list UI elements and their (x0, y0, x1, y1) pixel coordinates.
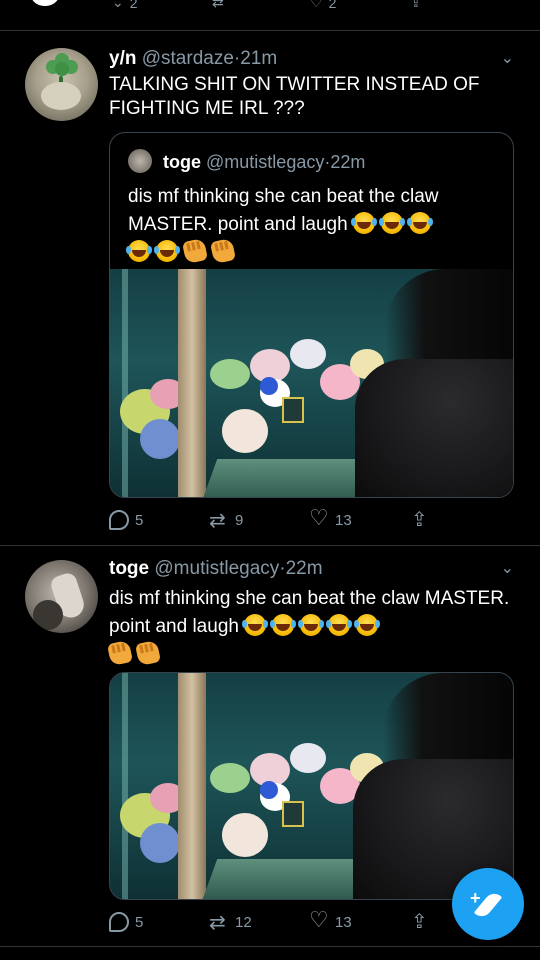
quoted-display-name: toge (163, 152, 202, 172)
tweet-header: y/n @stardaze·21m (109, 48, 277, 70)
avatar-shadow-shape (33, 600, 63, 630)
previous-reply-count: 2 (129, 0, 138, 11)
retweet-count: 12 (235, 913, 252, 931)
laughing-emoji-icon (354, 614, 379, 636)
retweet-button[interactable]: 12 (209, 910, 252, 934)
share-icon: ⇪ (410, 0, 422, 10)
photo-element (122, 673, 128, 899)
share-button[interactable] (409, 507, 429, 531)
display-name[interactable]: toge (109, 558, 149, 579)
previous-tweet-actions: ⌄ 2 ⇄ ♡ 2 ⇪ (0, 0, 540, 30)
photo-element (222, 409, 268, 453)
photo-element (282, 397, 304, 423)
divider (0, 30, 540, 31)
avatar[interactable] (25, 560, 98, 633)
reply-icon: ⌄ (112, 0, 124, 10)
photo-element (140, 823, 180, 863)
quoted-tweet[interactable]: toge @mutistlegacy·22m dis mf thinking s… (109, 132, 514, 498)
chevron-down-icon[interactable]: ⌄ (501, 48, 514, 68)
photo-element (178, 269, 206, 497)
clapping-hands-emoji-icon (106, 639, 134, 667)
photo-element (282, 801, 304, 827)
heart-icon (309, 506, 329, 531)
tweet-actions: 5 9 13 (109, 506, 439, 536)
photo-element (140, 419, 180, 459)
laughing-emoji-icon (378, 212, 403, 234)
clover-decoration (55, 62, 69, 76)
like-count: 13 (335, 511, 352, 529)
like-button[interactable]: 13 (309, 506, 352, 531)
laughing-emoji-icon (298, 614, 323, 636)
quoted-tweet-header: toge @mutistlegacy·22m (128, 149, 365, 173)
photo-element (260, 781, 278, 799)
user-handle[interactable]: @mutistlegacy (154, 558, 279, 579)
reply-icon (109, 912, 129, 932)
retweet-icon (209, 910, 229, 934)
tweet-header: toge @mutistlegacy·22m (109, 558, 323, 580)
photo-element (178, 673, 206, 899)
photo-element (122, 269, 128, 497)
avatar[interactable] (25, 48, 98, 121)
previous-share-button[interactable]: ⇪ (410, 0, 422, 11)
photo-element (210, 763, 250, 793)
retweet-button[interactable]: 9 (209, 508, 244, 532)
photo-element (290, 339, 326, 369)
tweet-photo[interactable] (110, 269, 513, 497)
tweet-photo[interactable] (109, 672, 514, 900)
previous-like-count: 2 (328, 0, 337, 11)
retweet-icon: ⇄ (212, 0, 224, 10)
share-button[interactable] (409, 909, 429, 933)
laughing-emoji-icon (242, 614, 267, 636)
divider (0, 545, 540, 546)
quoted-handle: @mutistlegacy (206, 152, 325, 172)
heart-icon (309, 908, 329, 933)
retweet-count: 9 (235, 511, 244, 529)
laughing-emoji-icon (270, 614, 295, 636)
reply-count: 5 (135, 511, 144, 529)
clapping-hands-emoji-icon (209, 237, 237, 265)
retweet-icon (209, 508, 229, 532)
plush-face (41, 82, 81, 110)
quoted-avatar (128, 149, 152, 173)
tweet-text: TALKING SHIT ON TWITTER INSTEAD OF FIGHT… (109, 74, 480, 119)
previous-reply-button[interactable]: ⌄ 2 (112, 0, 138, 11)
timestamp[interactable]: 22m (286, 558, 323, 579)
reply-count: 5 (135, 913, 144, 931)
photo-element (290, 743, 326, 773)
clapping-hands-emoji-icon (134, 639, 162, 667)
reply-icon (109, 510, 129, 530)
like-count: 13 (335, 913, 352, 931)
photo-element (222, 813, 268, 857)
heart-icon: ♡ (310, 0, 323, 10)
user-handle[interactable]: @stardaze (142, 48, 234, 69)
compose-tweet-button[interactable]: + (452, 868, 524, 940)
timestamp[interactable]: 21m (240, 48, 277, 69)
previous-like-button[interactable]: ♡ 2 (310, 0, 336, 11)
tweet-actions: 5 12 13 (109, 908, 439, 938)
quoted-tweet-text-block: dis mf thinking she can beat the claw MA… (126, 183, 503, 267)
divider (0, 946, 540, 947)
photo-element (260, 377, 278, 395)
like-button[interactable]: 13 (309, 908, 352, 933)
tweet-text-block: dis mf thinking she can beat the claw MA… (106, 585, 519, 669)
share-icon (409, 909, 429, 933)
display-name[interactable]: y/n (109, 48, 136, 69)
quoted-timestamp: 22m (330, 152, 366, 172)
chevron-down-icon[interactable]: ⌄ (501, 558, 514, 578)
reply-button[interactable]: 5 (109, 510, 143, 530)
previous-retweet-button[interactable]: ⇄ (212, 0, 224, 11)
previous-avatar-edge (30, 0, 60, 6)
laughing-emoji-icon (154, 240, 178, 262)
photo-element (210, 359, 250, 389)
reply-button[interactable]: 5 (109, 912, 143, 932)
laughing-emoji-icon (406, 212, 431, 234)
laughing-emoji-icon (326, 614, 351, 636)
photo-element (355, 359, 513, 497)
clapping-hands-emoji-icon (181, 237, 209, 265)
share-icon (409, 507, 429, 531)
laughing-emoji-icon (350, 212, 375, 234)
laughing-emoji-icon (126, 240, 150, 262)
